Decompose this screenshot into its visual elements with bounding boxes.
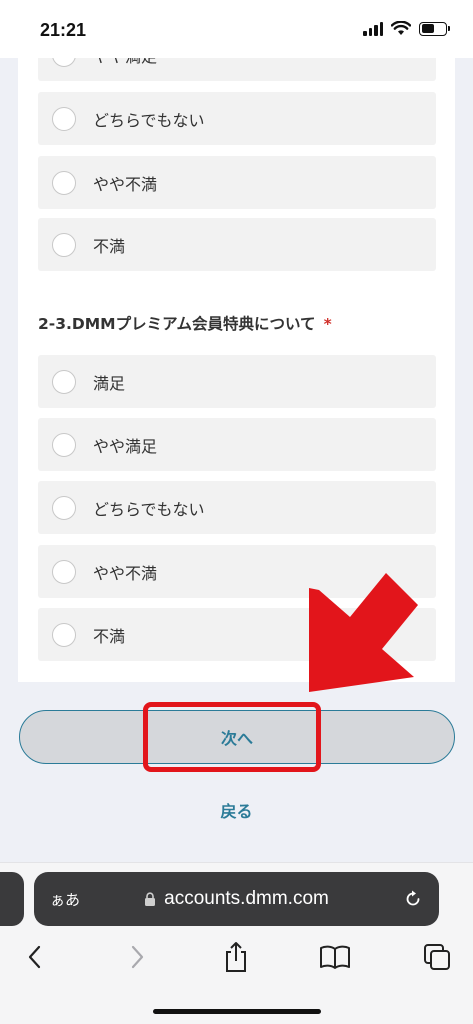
annotation-arrow-icon — [309, 573, 418, 692]
